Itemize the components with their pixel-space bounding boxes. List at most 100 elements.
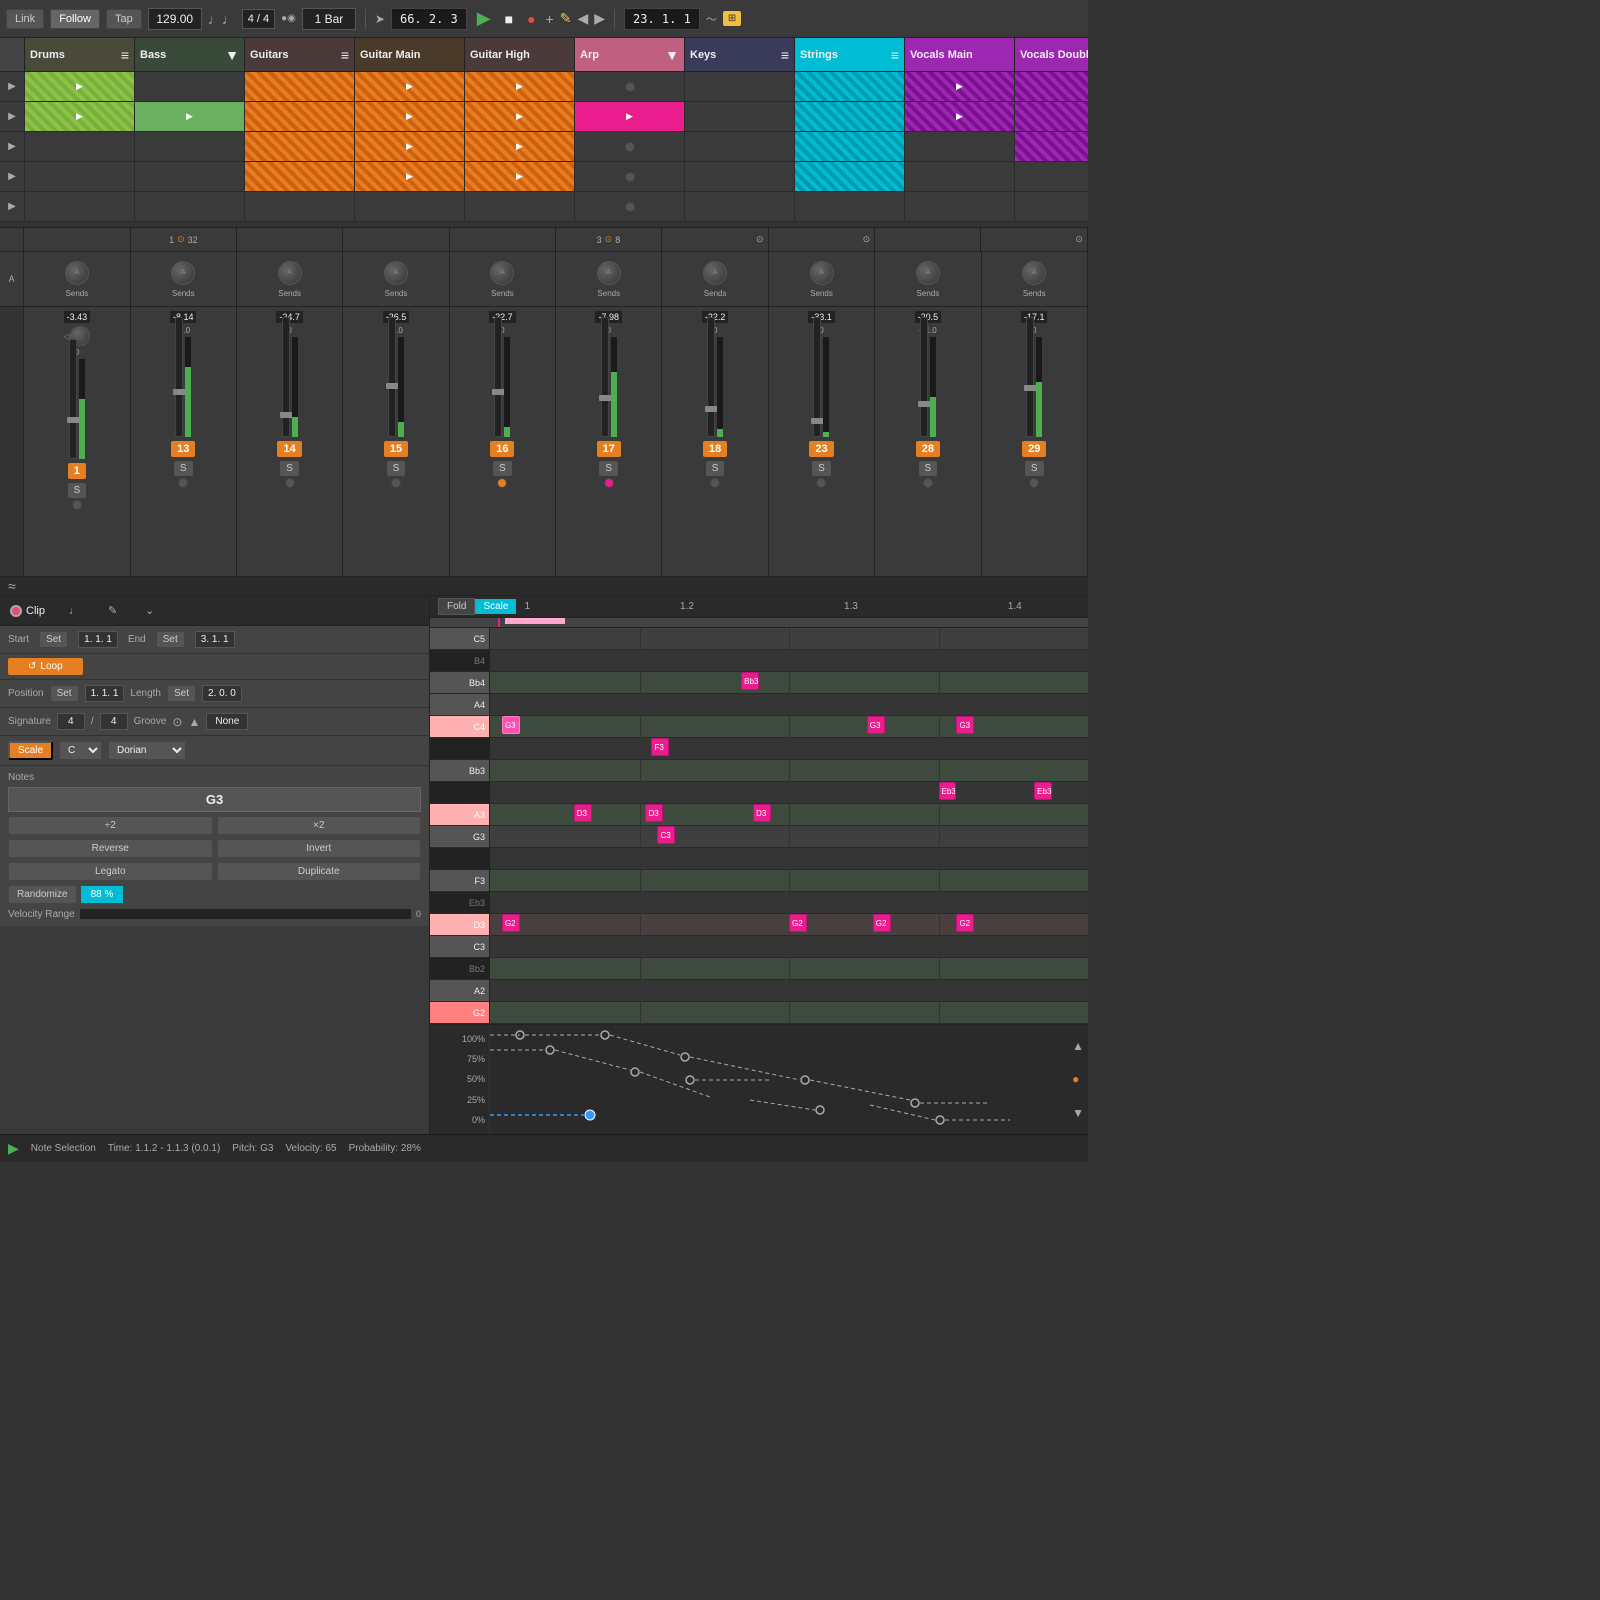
notes-tab[interactable]: ♩ [55, 600, 94, 622]
bass-channel-num[interactable]: 13 [171, 441, 195, 457]
clip-drums-4[interactable] [25, 162, 135, 191]
note-G2-4[interactable]: G2 [956, 914, 974, 932]
key-b4[interactable]: B4 [430, 650, 489, 672]
start-set-btn[interactable]: Set [39, 631, 68, 648]
strings-channel-num[interactable]: 23 [809, 441, 833, 457]
link-button[interactable]: Link [6, 9, 44, 29]
length-set-btn[interactable]: Set [167, 685, 196, 702]
guitarhigh-send-knob[interactable]: A [490, 261, 514, 285]
keys-send-knob[interactable]: A [703, 261, 727, 285]
clip-keys-1[interactable] [685, 72, 795, 101]
note-grid[interactable]: G3 D3 D3 C3 F3 Bb3 D3 G2 G2 G2 G2 G3 G3 … [490, 628, 1088, 1024]
arp-fader-track[interactable] [601, 317, 609, 437]
drums-fader-track[interactable] [69, 339, 77, 459]
bass-solo-btn[interactable]: S [174, 461, 193, 476]
clip-keys-5[interactable] [685, 192, 795, 221]
follow-button[interactable]: Follow [50, 9, 100, 29]
keys-fader-track[interactable] [707, 317, 715, 437]
vocalsdoubl-fader-track[interactable] [1026, 317, 1034, 437]
drums-solo-btn[interactable]: S [68, 483, 87, 498]
bottom-play-btn[interactable]: ▶ [8, 1140, 19, 1157]
guitarhigh-channel-num[interactable]: 16 [490, 441, 514, 457]
groove-value[interactable]: None [206, 713, 248, 730]
drums-channel-num[interactable]: 1 [68, 463, 86, 479]
clip-bass-3[interactable] [135, 132, 245, 161]
clip-info-indicator[interactable]: Clip [0, 600, 55, 622]
loop-button[interactable]: ↺ Loop [8, 658, 83, 675]
clip-vocalsmain-3[interactable] [905, 132, 1015, 161]
clip-vocalsmain-1[interactable]: ▶ [905, 72, 1015, 101]
vocalsdoubl-solo-btn[interactable]: S [1025, 461, 1044, 476]
note-C3-1[interactable]: C3 [657, 826, 675, 844]
track-options-guitars[interactable]: ≡ [341, 47, 349, 63]
note-G2-2[interactable]: G2 [789, 914, 807, 932]
keys-channel-num[interactable]: 18 [703, 441, 727, 457]
key-g4[interactable]: C4 [430, 716, 489, 738]
vocalsmain-send-knob[interactable]: A [916, 261, 940, 285]
record-button[interactable]: ● [523, 11, 539, 27]
note-D3-1[interactable]: D3 [574, 804, 592, 822]
clip-arp-3[interactable] [575, 132, 685, 161]
vocalsdoubl-channel-num[interactable]: 29 [1022, 441, 1046, 457]
pencil-icon[interactable]: ✎ [560, 10, 572, 27]
clip-guitars-3[interactable] [245, 132, 355, 161]
invert-btn[interactable]: Invert [217, 839, 422, 858]
guitars-channel-num[interactable]: 14 [277, 441, 301, 457]
vocalsmain-fader-track[interactable] [920, 317, 928, 437]
clip-vocalsmain-4[interactable] [905, 162, 1015, 191]
reverse-btn[interactable]: Reverse [8, 839, 213, 858]
strings-solo-btn[interactable]: S [812, 461, 831, 476]
tap-button[interactable]: Tap [106, 9, 142, 29]
note-G3-3[interactable]: G3 [956, 716, 974, 734]
guitars-send-knob[interactable]: A [278, 261, 302, 285]
play-button[interactable]: ▶ [473, 8, 495, 29]
track-options-strings[interactable]: ≡ [891, 47, 899, 63]
scene-launch-1[interactable]: ▶ [0, 72, 25, 101]
clip-drums-2[interactable]: ▶ [25, 102, 135, 131]
note-Eb3-1[interactable]: Eb3 [939, 782, 957, 800]
stop-circle[interactable] [625, 202, 635, 212]
key-e3[interactable]: Bb2 [430, 958, 489, 980]
track-options-drums[interactable]: ≡ [121, 47, 129, 63]
clip-vocalsdoubl-5[interactable] [1015, 192, 1088, 221]
note-G2-3[interactable]: G2 [873, 914, 891, 932]
clip-guitarhigh-5[interactable] [465, 192, 575, 221]
start-value[interactable]: 1. 1. 1 [78, 631, 118, 648]
clip-strings-2[interactable] [795, 102, 905, 131]
clip-guitarmain-4[interactable]: ▶ [355, 162, 465, 191]
probability-graph[interactable] [490, 1025, 1068, 1134]
track-options-keys[interactable]: ≡ [781, 47, 789, 63]
keys-solo-btn[interactable]: S [706, 461, 725, 476]
clip-drums-5[interactable] [25, 192, 135, 221]
vocalsmain-mute-btn[interactable] [923, 478, 933, 488]
guitarmain-channel-num[interactable]: 15 [384, 441, 408, 457]
bass-mute-btn[interactable] [178, 478, 188, 488]
key-e4[interactable]: Bb3 [430, 760, 489, 782]
vocalsdoubl-mute-btn[interactable] [1029, 478, 1039, 488]
length-value[interactable]: 2. 0. 0 [202, 685, 242, 702]
scene-launch-2[interactable]: ▶ [0, 102, 25, 131]
end-value[interactable]: 3. 1. 1 [195, 631, 235, 648]
drums-mute-btn[interactable] [72, 500, 82, 510]
guitarmain-send-knob[interactable]: A [384, 261, 408, 285]
key-c3[interactable]: G2 [430, 1002, 489, 1024]
scale-root-select[interactable]: CC#DEb EFF#G AbABbB [59, 741, 102, 760]
clip-drums-3[interactable] [25, 132, 135, 161]
arp-solo-btn[interactable]: S [599, 461, 618, 476]
clip-guitars-1[interactable] [245, 72, 355, 101]
scroll-down-icon[interactable]: ▼ [1072, 1106, 1084, 1120]
scene-launch-3[interactable]: ▶ [0, 132, 25, 161]
randomize-btn[interactable]: Randomize [8, 885, 77, 904]
track-options-bass[interactable]: ▼ [225, 47, 239, 63]
clip-vocalsdoubl-1[interactable] [1015, 72, 1088, 101]
sig-num[interactable]: 4 [57, 713, 85, 730]
arp-mute-btn[interactable] [604, 478, 614, 488]
clip-arp-1[interactable] [575, 72, 685, 101]
clip-guitarhigh-4[interactable]: ▶ [465, 162, 575, 191]
clip-arp-5[interactable] [575, 192, 685, 221]
clip-arp-2[interactable]: ▶ [575, 102, 685, 131]
add-icon[interactable]: + [546, 11, 554, 27]
guitarmain-solo-btn[interactable]: S [387, 461, 406, 476]
scene-launch-4[interactable]: ▶ [0, 162, 25, 191]
note-G3-1[interactable]: G3 [502, 716, 520, 734]
